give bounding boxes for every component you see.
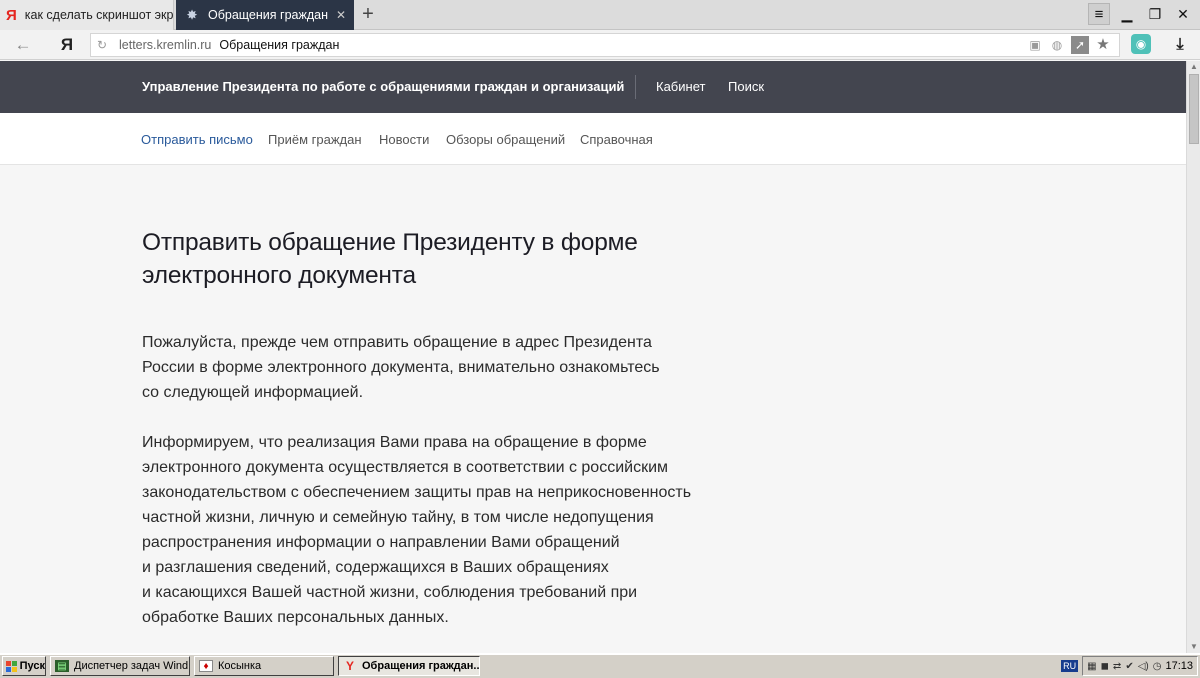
intro-paragraph: Пожалуйста, прежде чем отправить обращен… (142, 334, 660, 401)
language-indicator[interactable]: RU (1061, 660, 1079, 672)
tray-network-icon[interactable]: ⇄ (1113, 661, 1121, 672)
start-label: Пуск (19, 660, 45, 672)
cabinet-link[interactable]: Кабинет (656, 79, 705, 94)
extension-icon[interactable]: ◉ (1131, 34, 1151, 54)
task-manager-icon: ▤ (55, 660, 69, 672)
tab-letters[interactable]: ✸ Обращения граждан ✕ (176, 0, 354, 30)
restore-icon[interactable]: ❐ (1144, 3, 1166, 25)
bookmark-star-icon[interactable]: ★ (1095, 36, 1111, 54)
page-scrollbar[interactable]: ▲ ▼ (1186, 61, 1200, 653)
task-browser[interactable]: Y Обращения граждан... (338, 656, 480, 676)
tray-app-icon[interactable]: ▦ (1087, 661, 1096, 672)
os-taskbar: Пуск ▤ Диспетчер задач Wind... ♦ Косынка… (0, 653, 1200, 678)
search-link[interactable]: Поиск (728, 79, 764, 94)
org-title-link[interactable]: Управление Президента по работе с обраще… (142, 79, 624, 94)
globe-icon[interactable]: ◍ (1049, 36, 1065, 54)
page-heading: Отправить обращение Президенту в форме э… (142, 229, 638, 289)
site-header: Управление Президента по работе с обраще… (0, 61, 1186, 113)
task-solitaire[interactable]: ♦ Косынка (194, 656, 334, 676)
yandex-browser-icon: Y (345, 659, 354, 673)
page-viewport: Управление Президента по работе с обраще… (0, 61, 1186, 653)
nav-send-letter[interactable]: Отправить письмо (141, 132, 253, 147)
minimize-icon[interactable]: ▁ (1116, 3, 1138, 25)
address-page-title: Обращения граждан (219, 38, 340, 52)
tab-label: как сделать скриншот экра (24, 8, 174, 22)
main-content: Отправить обращение Президенту в форме э… (142, 226, 762, 626)
scroll-down-icon[interactable]: ▼ (1187, 641, 1200, 653)
windows-logo-icon (6, 660, 17, 672)
system-tray: RU ▦ ◼ ⇄ ✔ ◁) ◷ 17:13 (1061, 656, 1198, 676)
nav-reference[interactable]: Справочная (580, 132, 653, 147)
yandex-logo-icon: Я (6, 6, 17, 24)
back-arrow-icon[interactable]: ← (12, 35, 34, 55)
close-window-icon[interactable]: ✕ (1172, 3, 1194, 25)
scroll-thumb[interactable] (1189, 74, 1199, 144)
tray-volume-icon[interactable]: ◁) (1138, 661, 1149, 672)
reload-icon[interactable]: ↻ (91, 38, 113, 52)
browser-menu-icon[interactable]: ≡ (1088, 3, 1110, 25)
nav-news[interactable]: Новости (379, 132, 429, 147)
tray-security-icon[interactable]: ✔ (1125, 661, 1133, 672)
start-button[interactable]: Пуск (2, 656, 46, 676)
address-bar-icons: ▣ ◍ ➚ ★ (1027, 36, 1111, 54)
header-divider (635, 75, 636, 99)
image-icon[interactable]: ▣ (1027, 36, 1043, 54)
new-tab-button[interactable]: + (357, 3, 379, 25)
tab-label: Обращения граждан (208, 8, 328, 22)
browser-navbar: ← Я ↻ letters.kremlin.ru Обращения гражд… (0, 30, 1200, 60)
site-subnav: Отправить письмо Приём граждан Новости О… (0, 113, 1186, 165)
rocket-icon[interactable]: ➚ (1071, 36, 1089, 54)
scroll-up-icon[interactable]: ▲ (1187, 61, 1200, 73)
notification-area: ▦ ◼ ⇄ ✔ ◁) ◷ 17:13 (1082, 656, 1198, 676)
browser-tab-strip: Я как сделать скриншот экра ✸ Обращения … (0, 0, 1200, 30)
tray-box-icon[interactable]: ◼ (1101, 661, 1109, 672)
download-icon[interactable]: ⤓ (1170, 35, 1190, 55)
solitaire-icon: ♦ (199, 660, 213, 672)
coat-of-arms-icon: ✸ (186, 8, 198, 22)
address-bar[interactable]: ↻ letters.kremlin.ru Обращения граждан ▣… (90, 33, 1120, 57)
nav-reception[interactable]: Приём граждан (268, 132, 362, 147)
nav-reviews[interactable]: Обзоры обращений (446, 132, 565, 147)
task-task-manager[interactable]: ▤ Диспетчер задач Wind... (50, 656, 190, 676)
clock[interactable]: 17:13 (1165, 660, 1193, 672)
tray-clock-icon[interactable]: ◷ (1153, 661, 1162, 672)
privacy-paragraph: Информируем, что реализация Вами права н… (142, 434, 692, 626)
close-tab-icon[interactable]: ✕ (336, 8, 346, 22)
tab-search[interactable]: Я как сделать скриншот экра (0, 0, 174, 30)
window-controls: ≡ ▁ ❐ ✕ (1088, 3, 1194, 25)
address-domain: letters.kremlin.ru (119, 38, 212, 52)
yandex-home-icon[interactable]: Я (56, 34, 78, 56)
